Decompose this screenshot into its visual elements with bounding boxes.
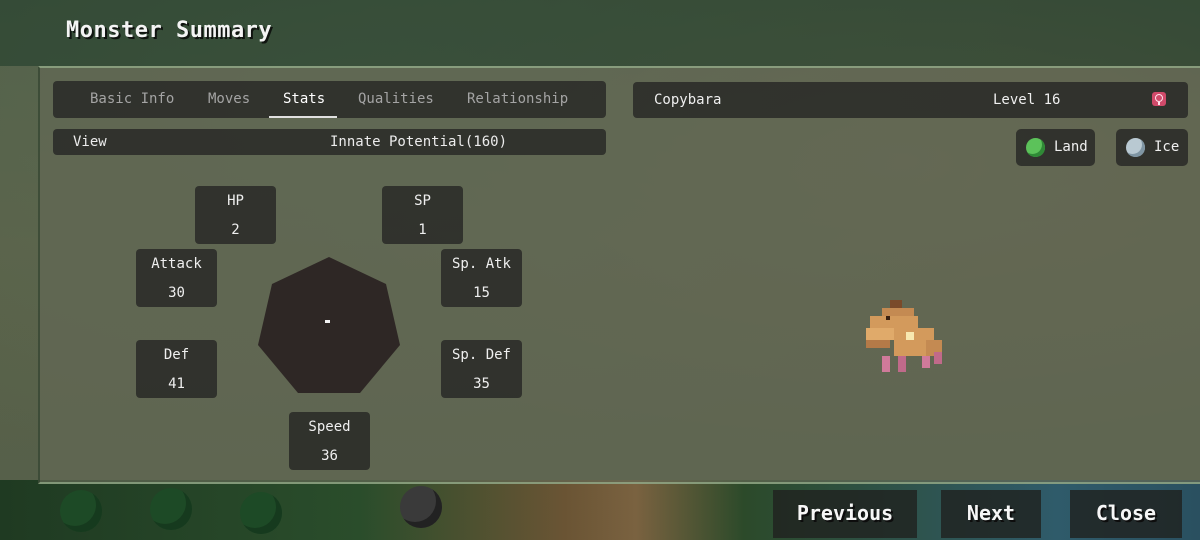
stat-label: SP xyxy=(414,193,431,209)
type-label: Ice xyxy=(1154,139,1180,155)
stat-value: 30 xyxy=(168,285,185,301)
leaf-icon xyxy=(1026,138,1045,157)
tree xyxy=(60,490,102,532)
stat-value: 1 xyxy=(418,222,427,238)
view-selector[interactable]: View Innate Potential(160) xyxy=(53,129,606,155)
stat-value: 2 xyxy=(231,222,240,238)
stat-value: 41 xyxy=(168,376,185,392)
type-label: Land xyxy=(1054,139,1088,155)
tab-stats[interactable]: Stats xyxy=(283,91,325,107)
stat-label: Sp. Atk xyxy=(451,256,511,272)
type-badge-ice: Ice xyxy=(1116,129,1188,166)
monster-level: Level 16 xyxy=(993,92,1061,108)
stat-def: Def 41 xyxy=(136,340,217,398)
next-button[interactable]: Next xyxy=(941,490,1041,538)
stat-label: Sp. Def xyxy=(451,347,511,363)
stat-hp: HP 2 xyxy=(195,186,276,244)
previous-button[interactable]: Previous xyxy=(773,490,917,538)
view-value[interactable]: Innate Potential(160) xyxy=(330,134,507,150)
monster-name: Copybara xyxy=(654,92,722,108)
stat-speed: Speed 36 xyxy=(289,412,370,470)
tab-moves[interactable]: Moves xyxy=(208,91,250,107)
tree xyxy=(150,488,192,530)
tree xyxy=(240,492,282,534)
tab-qualities[interactable]: Qualities xyxy=(358,91,434,107)
monster-name-bar: Copybara Level 16 xyxy=(633,82,1188,118)
stat-sp-def: Sp. Def 35 xyxy=(441,340,522,398)
page-title: Monster Summary xyxy=(66,18,273,43)
active-tab-underline xyxy=(269,116,337,118)
stat-label: Attack xyxy=(151,256,202,272)
tab-relationship[interactable]: Relationship xyxy=(467,91,568,107)
radar-background xyxy=(258,257,400,393)
snowflake-icon xyxy=(1126,138,1145,157)
type-badge-land: Land xyxy=(1016,129,1095,166)
tree xyxy=(400,486,442,528)
stat-attack: Attack 30 xyxy=(136,249,217,307)
stat-radar-chart xyxy=(258,257,400,393)
female-icon xyxy=(1152,92,1166,106)
stat-sp-atk: Sp. Atk 15 xyxy=(441,249,522,307)
stat-value: 35 xyxy=(473,376,490,392)
stat-label: Def xyxy=(163,347,190,363)
view-label: View xyxy=(73,134,107,150)
stat-label: Speed xyxy=(308,419,351,435)
stat-value: 36 xyxy=(321,448,338,464)
close-button[interactable]: Close xyxy=(1070,490,1182,538)
tab-basic-info[interactable]: Basic Info xyxy=(90,91,174,107)
monster-sprite xyxy=(866,300,942,372)
stat-label: HP xyxy=(227,193,244,209)
radar-fill xyxy=(325,320,330,323)
tab-bar: Basic Info Moves Stats Qualities Relatio… xyxy=(53,81,606,118)
stat-sp: SP 1 xyxy=(382,186,463,244)
stat-value: 15 xyxy=(473,285,490,301)
